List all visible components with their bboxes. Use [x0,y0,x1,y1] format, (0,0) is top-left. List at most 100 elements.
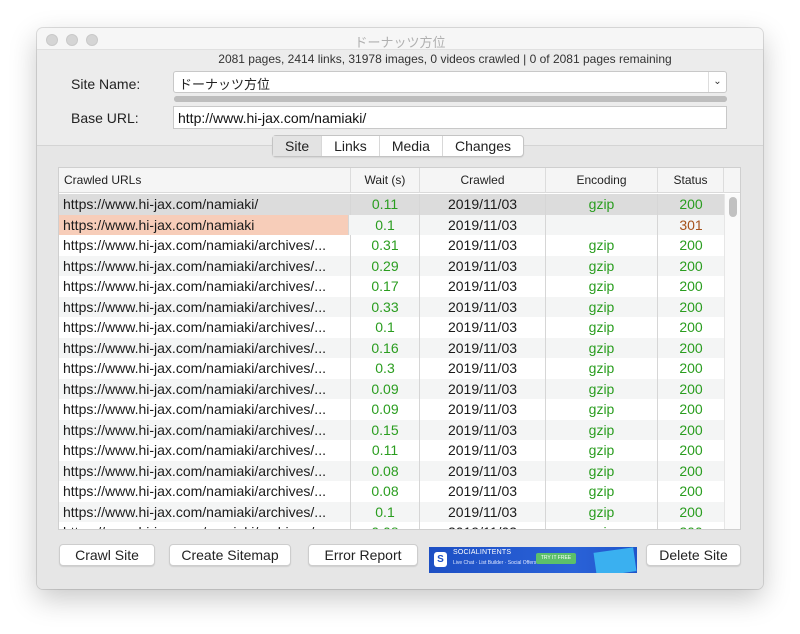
url-cell: https://www.hi-jax.com/namiaki/archives/… [59,460,351,481]
table-row[interactable]: https://www.hi-jax.com/namiaki/0.11 2019/… [59,194,725,215]
scrollbar-thumb[interactable] [729,197,737,217]
status-cell: 200 [679,257,703,274]
base-url-input[interactable]: http://www.hi-jax.com/namiaki/ [173,106,727,129]
table-row[interactable]: https://www.hi-jax.com/namiaki/archives/… [59,255,725,276]
table-row[interactable]: https://www.hi-jax.com/namiaki/archives/… [59,501,725,522]
url-cell: https://www.hi-jax.com/namiaki/archives/… [59,399,351,420]
wait-cell: 0.3 [351,358,420,379]
ad-try-free-button[interactable]: TRY IT FREE [536,553,576,564]
ad-banner[interactable]: S SOCIALINTENTS Live Chat · List Builder… [429,547,637,573]
vertical-scrollbar[interactable] [724,194,740,529]
url-cell: https://www.hi-jax.com/namiaki/archives/… [59,440,351,461]
encoding-cell: gzip [546,522,658,529]
tab-changes[interactable]: Changes [443,136,523,156]
wait-cell: 0.33 [351,296,420,317]
table-row[interactable]: https://www.hi-jax.com/namiaki/archives/… [59,296,725,317]
encoding-cell: gzip [546,460,658,481]
crawl-progress-bar [174,96,727,102]
encoding-cell: gzip [546,317,658,338]
table-row[interactable]: https://www.hi-jax.com/namiaki/archives/… [59,419,725,440]
url-cell: https://www.hi-jax.com/namiaki/archives/… [59,337,351,358]
url-cell: https://www.hi-jax.com/namiaki/archives/… [59,317,351,338]
wait-cell: 0.08 [351,460,420,481]
table-row[interactable]: https://www.hi-jax.com/namiaki/archives/… [59,522,725,529]
encoding-cell: gzip [546,440,658,461]
table-row[interactable]: https://www.hi-jax.com/namiaki/archives/… [59,235,725,256]
encoding-cell: gzip [546,255,658,276]
crawl-stats: 2081 pages, 2414 links, 31978 images, 0 … [218,52,672,66]
table-row[interactable]: https://www.hi-jax.com/namiaki/archives/… [59,460,725,481]
encoding-cell: gzip [546,399,658,420]
crawl-site-button[interactable]: Crawl Site [59,544,155,566]
status-cell: 200 [679,503,703,520]
site-name-combobox[interactable]: ドーナッツ方位 ⌄ [173,71,727,93]
ad-tagline: Live Chat · List Builder · Social Offers [453,560,537,566]
wait-cell: 0.1 [351,317,420,338]
column-header-status[interactable]: Status [658,168,724,193]
status-cell: 200 [679,380,703,397]
url-cell: https://www.hi-jax.com/namiaki/archives/… [59,419,351,440]
encoding-cell: gzip [546,358,658,379]
status-cell: 200 [679,360,703,376]
column-header-url[interactable]: Crawled URLs [59,168,351,193]
status-cell: 200 [679,442,703,458]
table-row[interactable]: https://www.hi-jax.com/namiaki/archives/… [59,317,725,338]
crawled-cell: 2019/11/03 [420,235,546,256]
url-cell: https://www.hi-jax.com/namiaki/archives/… [59,378,351,399]
column-header-wait[interactable]: Wait (s) [351,168,420,193]
status-cell: 200 [679,298,703,315]
table-row[interactable]: https://www.hi-jax.com/namiaki/archives/… [59,399,725,420]
error-report-button[interactable]: Error Report [308,544,418,566]
chevron-down-icon[interactable]: ⌄ [708,72,726,92]
crawled-cell: 2019/11/03 [420,399,546,420]
url-cell: https://www.hi-jax.com/namiaki/archives/… [59,276,351,297]
crawled-cell: 2019/11/03 [420,337,546,358]
url-cell: https://www.hi-jax.com/namiaki/archives/… [59,501,351,522]
status-cell: 200 [679,483,703,499]
table-row[interactable]: https://www.hi-jax.com/namiaki/archives/… [59,337,725,358]
wait-cell: 0.11 [351,440,420,461]
url-cell: https://www.hi-jax.com/namiaki/archives/… [59,235,351,256]
url-cell: https://www.hi-jax.com/namiaki [59,214,349,235]
encoding-cell: gzip [546,501,658,522]
table-row[interactable]: https://www.hi-jax.com/namiaki/archives/… [59,276,725,297]
status-cell: 200 [679,237,703,253]
status-cell: 200 [679,278,703,294]
wait-cell: 0.09 [351,378,420,399]
wait-cell: 0.11 [351,194,420,215]
table-body: https://www.hi-jax.com/namiaki/0.11 2019/… [59,194,725,529]
wait-cell: 0.16 [351,337,420,358]
wait-cell: 0.09 [351,399,420,420]
table-row[interactable]: https://www.hi-jax.com/namiaki/archives/… [59,358,725,379]
crawled-cell: 2019/11/03 [420,481,546,502]
crawl-progress-fill [174,96,727,102]
window-title: ドーナッツ方位 [354,36,446,51]
crawled-cell: 2019/11/03 [420,194,546,215]
encoding-cell: gzip [546,419,658,440]
tab-links[interactable]: Links [322,136,380,156]
encoding-cell: gzip [546,296,658,317]
column-header-encoding[interactable]: Encoding [546,168,658,193]
crawled-cell: 2019/11/03 [420,440,546,461]
status-cell: 200 [679,462,703,479]
encoding-cell [546,214,658,235]
create-sitemap-button[interactable]: Create Sitemap [169,544,291,566]
delete-site-button[interactable]: Delete Site [646,544,741,566]
crawled-cell: 2019/11/03 [420,460,546,481]
url-cell: https://www.hi-jax.com/namiaki/ [59,194,351,215]
table-row[interactable]: https://www.hi-jax.com/namiaki/archives/… [59,440,725,461]
crawled-cell: 2019/11/03 [420,276,546,297]
crawled-urls-table: Crawled URLs Wait (s) Crawled Encoding S… [58,167,741,530]
tab-media[interactable]: Media [380,136,443,156]
tab-bar: Site Links Media Changes [272,135,524,157]
base-url-label: Base URL: [71,110,139,126]
table-row[interactable]: https://www.hi-jax.com/namiaki 0.1 2019/11… [59,214,725,235]
crawled-cell: 2019/11/03 [420,522,546,529]
url-cell: https://www.hi-jax.com/namiaki/archives/… [59,522,351,529]
status-cell: 200 [658,522,724,529]
tab-site[interactable]: Site [273,136,323,156]
table-row[interactable]: https://www.hi-jax.com/namiaki/archives/… [59,481,725,502]
crawled-cell: 2019/11/03 [420,358,546,379]
table-row[interactable]: https://www.hi-jax.com/namiaki/archives/… [59,378,725,399]
column-header-crawled[interactable]: Crawled [420,168,546,193]
